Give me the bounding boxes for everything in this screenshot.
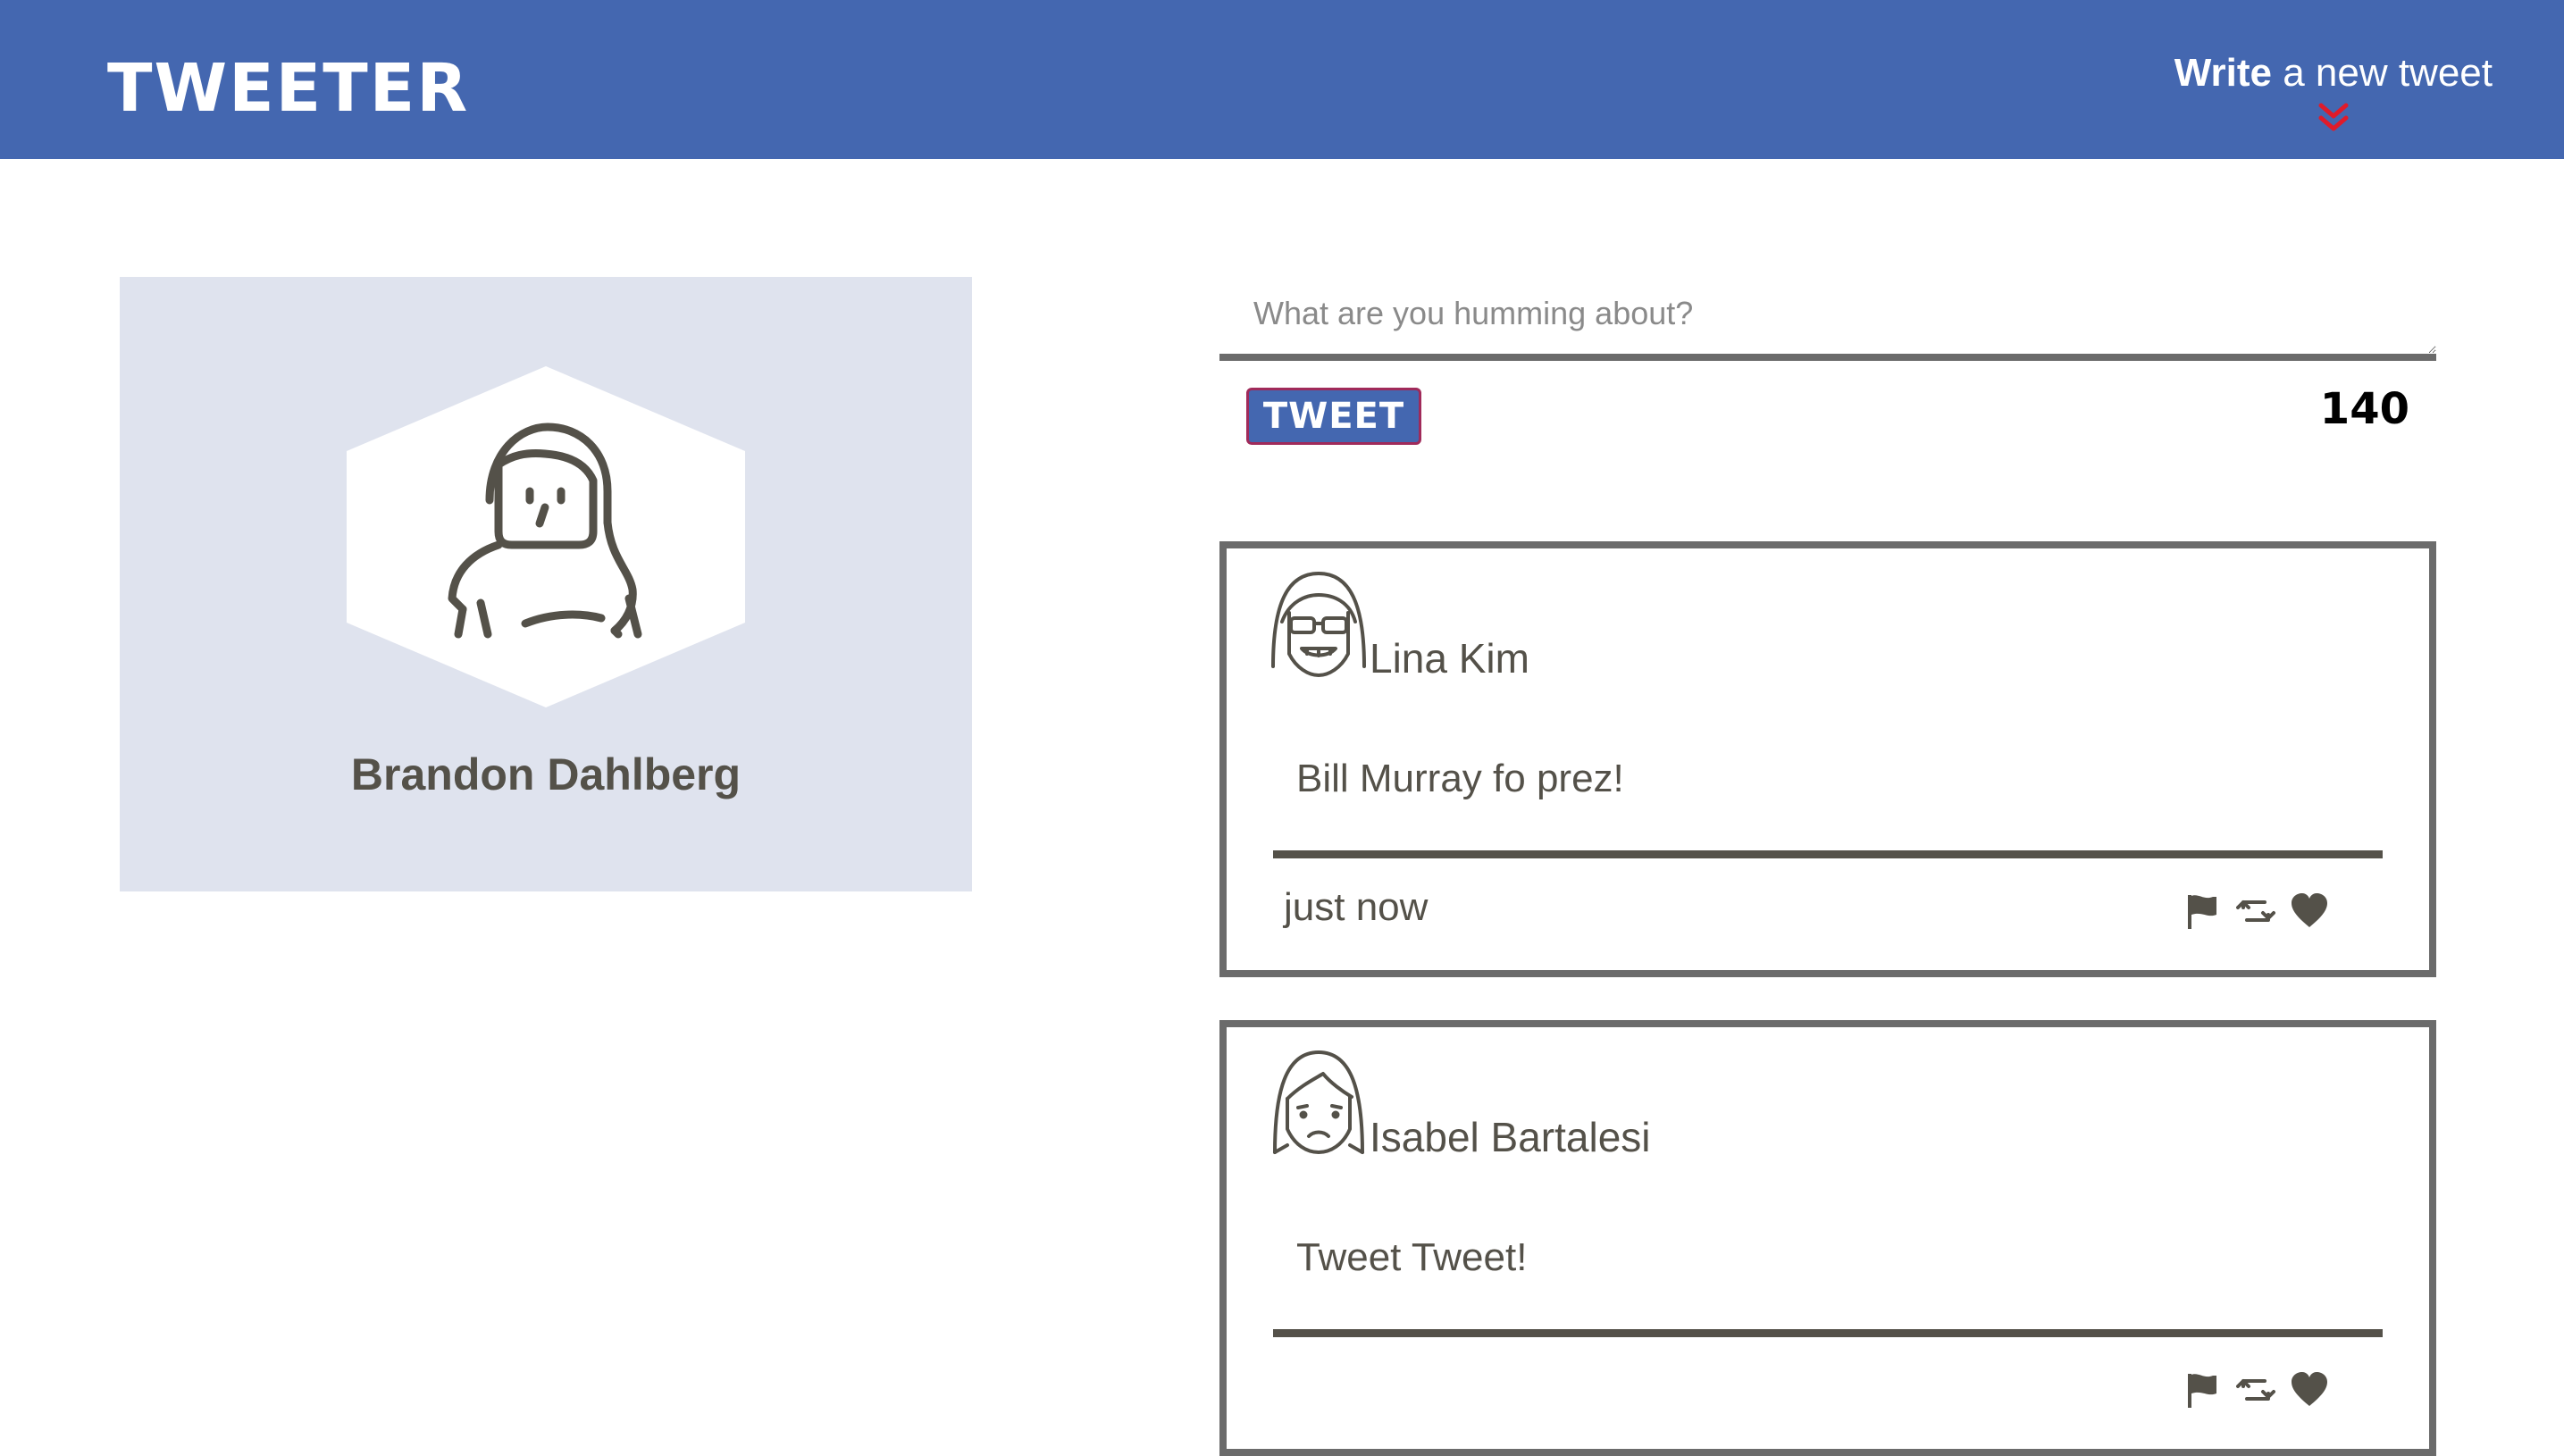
- top-navbar: TWEETER Write a new tweet: [0, 0, 2564, 159]
- write-label-rest: a new tweet: [2271, 51, 2493, 95]
- tweet-footer: [1227, 1363, 2429, 1417]
- character-counter: 140: [2319, 384, 2409, 434]
- tweet-card: Isabel Bartalesi Tweet Tweet!: [1219, 1020, 2436, 1456]
- avatar-frown-icon: [1273, 1050, 1364, 1154]
- tweet-timestamp: just now: [1284, 885, 1429, 929]
- heart-icon[interactable]: [2290, 1370, 2329, 1410]
- tweet-footer: just now: [1227, 884, 2429, 938]
- tweet-actions: [2183, 891, 2329, 931]
- profile-card: Brandon Dahlberg: [120, 277, 972, 891]
- profile-name: Brandon Dahlberg: [350, 749, 742, 799]
- app-logo[interactable]: TWEETER: [107, 55, 469, 121]
- tweet-divider: [1273, 1329, 2383, 1337]
- tweet-textarea[interactable]: [1219, 277, 2436, 361]
- tweet-actions: [2183, 1370, 2329, 1410]
- tweet-divider: [1273, 850, 2383, 858]
- double-chevron-down-icon[interactable]: [2316, 100, 2351, 136]
- retweet-icon[interactable]: [2236, 1370, 2275, 1410]
- write-label-strong: Write: [2174, 51, 2272, 95]
- tweet-content: Bill Murray fo prez!: [1296, 757, 1624, 800]
- flag-icon[interactable]: [2183, 1370, 2222, 1410]
- avatar-sunglasses-icon: [1271, 572, 1366, 677]
- user-avatar-icon: [347, 366, 745, 707]
- tweet-author-name[interactable]: Lina Kim: [1370, 638, 1529, 679]
- composer-footer: TWEET 140: [1219, 361, 2436, 468]
- retweet-icon[interactable]: [2236, 891, 2275, 931]
- tweet-content: Tweet Tweet!: [1296, 1235, 1528, 1279]
- tweet-submit-button[interactable]: TWEET: [1246, 388, 1421, 445]
- write-new-tweet-label: Write a new tweet: [2174, 51, 2493, 95]
- heart-icon[interactable]: [2290, 891, 2329, 931]
- tweet-card: Lina Kim Bill Murray fo prez! just now: [1219, 541, 2436, 977]
- new-tweet-form: TWEET 140: [1219, 277, 2436, 468]
- tweet-author-name[interactable]: Isabel Bartalesi: [1370, 1117, 1651, 1158]
- flag-icon[interactable]: [2183, 891, 2222, 931]
- write-new-tweet-toggle[interactable]: Write a new tweet: [2174, 51, 2493, 136]
